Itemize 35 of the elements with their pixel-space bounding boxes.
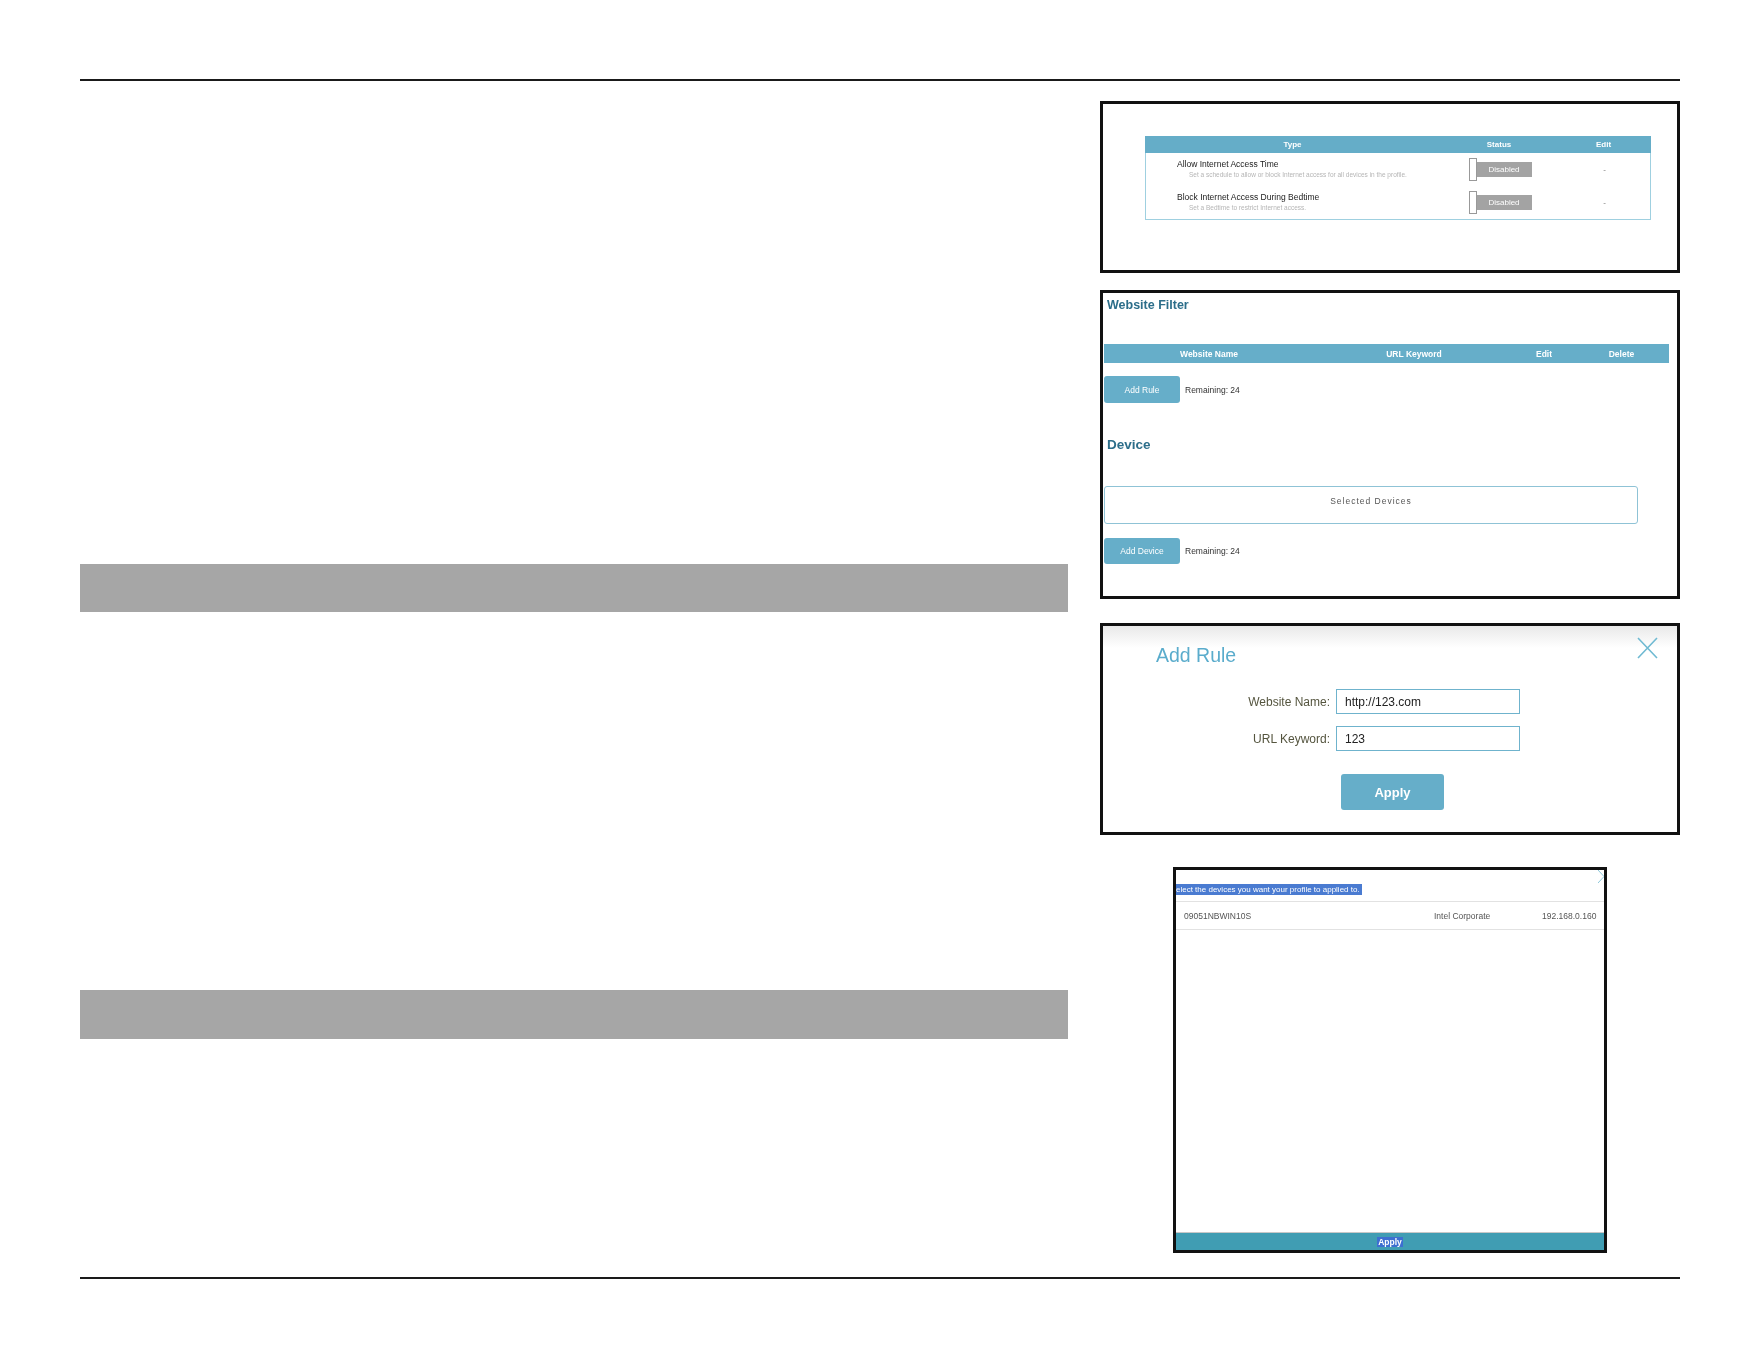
section-title: Device bbox=[1107, 436, 1151, 454]
text-field[interactable]: 123 bbox=[1336, 726, 1520, 751]
device-name: 09051NBWIN10S bbox=[1184, 910, 1252, 921]
device-vendor: Intel Corporate bbox=[1434, 910, 1491, 921]
toggle-knob[interactable] bbox=[1468, 191, 1477, 214]
selected-devices-label: Selected Devices bbox=[1330, 496, 1412, 506]
text-field[interactable]: http://123.com bbox=[1336, 689, 1520, 714]
close-icon[interactable] bbox=[1637, 637, 1658, 659]
toggle-knob[interactable] bbox=[1468, 158, 1477, 181]
add-rule-button[interactable]: Add Rule bbox=[1104, 376, 1180, 403]
column-header: Edit bbox=[1534, 348, 1554, 359]
instruction-text: elect the devices you want your profile to applied to. bbox=[1176, 884, 1362, 895]
column-header: Type bbox=[1282, 140, 1303, 149]
column-header: Website Name bbox=[1179, 348, 1239, 359]
edit-value: - bbox=[1603, 165, 1606, 174]
column-header: Delete bbox=[1607, 348, 1636, 359]
dialog-title: Add Rule bbox=[1156, 643, 1237, 667]
section-title: Website Filter bbox=[1107, 297, 1189, 313]
remaining-count: Remaining: 24 bbox=[1185, 384, 1240, 395]
edit-value: - bbox=[1603, 198, 1606, 207]
rule-title: Block Internet Access During Bedtime bbox=[1177, 191, 1320, 203]
apply-button[interactable]: Apply bbox=[1341, 774, 1444, 810]
status-toggle[interactable]: Disabled bbox=[1476, 195, 1532, 210]
device-ip: 192.168.0.160 bbox=[1542, 910, 1597, 921]
column-header: Status bbox=[1485, 140, 1513, 149]
remaining-count: Remaining: 24 bbox=[1185, 546, 1240, 556]
column-header: URL Keyword bbox=[1385, 348, 1443, 359]
add-device-button[interactable]: Add Device bbox=[1104, 538, 1180, 564]
rule-title: Allow Internet Access Time bbox=[1177, 158, 1279, 170]
field-label: URL Keyword: bbox=[1252, 731, 1330, 746]
field-label: Website Name: bbox=[1247, 694, 1330, 709]
apply-button[interactable]: Apply bbox=[1176, 1232, 1604, 1250]
column-header: Edit bbox=[1594, 140, 1613, 149]
close-icon[interactable] bbox=[1598, 870, 1604, 883]
status-toggle[interactable]: Disabled bbox=[1476, 162, 1532, 177]
